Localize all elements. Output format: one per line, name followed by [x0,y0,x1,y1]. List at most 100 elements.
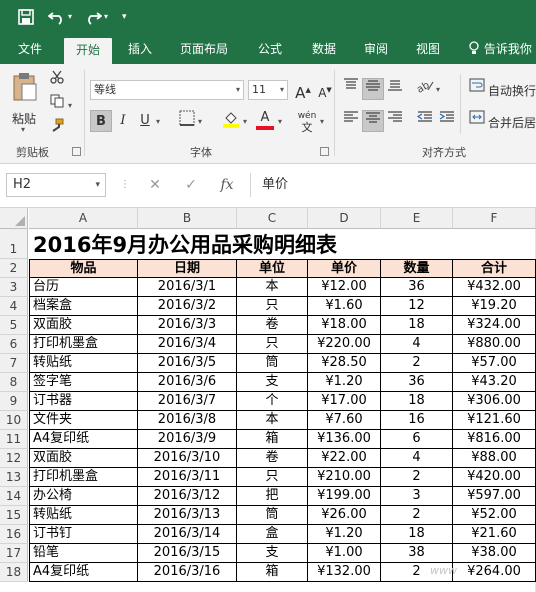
table-cell[interactable]: 档案盒 [29,297,138,316]
enter-icon[interactable]: ✓ [180,174,202,196]
table-cell[interactable]: 2016/3/8 [138,411,237,430]
row-header-9[interactable]: 9 [0,392,28,411]
table-cell[interactable]: 18 [381,316,453,335]
row-header-13[interactable]: 13 [0,468,28,487]
tab-formulas[interactable]: 公式 [258,34,282,64]
formula-input[interactable]: 单价 [262,173,288,197]
table-cell[interactable]: ¥12.00 [308,278,381,297]
phonetic-guide-button[interactable]: wén 文 [296,110,318,134]
table-cell[interactable]: 2016/3/7 [138,392,237,411]
align-left-icon[interactable] [340,110,362,132]
table-cell[interactable]: 2016/3/11 [138,468,237,487]
row-header-10[interactable]: 10 [0,411,28,430]
tell-me-box[interactable]: 告诉我你 [468,34,532,64]
table-cell[interactable]: ¥19.20 [453,297,536,316]
table-cell[interactable]: 订书器 [29,392,138,411]
table-cell[interactable]: 订书钉 [29,525,138,544]
tab-data[interactable]: 数据 [312,34,336,64]
paste-button[interactable]: 粘贴 ▾ [6,70,44,134]
table-cell[interactable]: ¥1.00 [308,544,381,563]
row-header-12[interactable]: 12 [0,449,28,468]
table-cell[interactable]: 打印机墨盒 [29,335,138,354]
table-cell[interactable]: ¥324.00 [453,316,536,335]
table-cell[interactable]: ¥52.00 [453,506,536,525]
font-color-dropdown-icon[interactable]: ▾ [278,117,282,126]
table-cell[interactable]: 办公椅 [29,487,138,506]
align-middle-icon[interactable] [362,78,384,100]
wrap-text-icon[interactable] [466,78,488,100]
table-cell[interactable]: ¥38.00 [453,544,536,563]
table-cell[interactable]: ¥264.00 [453,563,536,582]
row-header-17[interactable]: 17 [0,544,28,563]
header-cell-e[interactable]: 数量 [381,259,453,278]
table-cell[interactable]: ¥7.60 [308,411,381,430]
table-cell[interactable]: ¥1.20 [308,373,381,392]
borders-dropdown-icon[interactable]: ▾ [198,117,202,126]
table-cell[interactable]: 16 [381,411,453,430]
merge-center-icon[interactable] [466,110,488,132]
table-cell[interactable]: 台历 [29,278,138,297]
column-header-c[interactable]: C [237,208,308,229]
table-cell[interactable]: 支 [237,544,308,563]
table-cell[interactable]: 38 [381,544,453,563]
column-header-b[interactable]: B [138,208,237,229]
undo-dropdown-icon[interactable]: ▾ [68,6,72,28]
table-cell[interactable]: 个 [237,392,308,411]
shrink-font-icon[interactable]: A▼ [314,79,336,101]
table-cell[interactable]: ¥22.00 [308,449,381,468]
column-header-e[interactable]: E [381,208,453,229]
row-header-11[interactable]: 11 [0,430,28,449]
underline-button[interactable]: U [134,110,156,132]
table-cell[interactable]: 2016/3/4 [138,335,237,354]
underline-dropdown-icon[interactable]: ▾ [156,117,160,126]
table-cell[interactable]: 筒 [237,354,308,373]
table-cell[interactable]: 铅笔 [29,544,138,563]
table-cell[interactable]: 支 [237,373,308,392]
table-cell[interactable]: 把 [237,487,308,506]
header-cell-c[interactable]: 单位 [237,259,308,278]
table-cell[interactable]: 2016/3/14 [138,525,237,544]
table-cell[interactable]: A4复印纸 [29,563,138,582]
sheet-title-cell[interactable]: 2016年9月办公用品采购明细表 [29,229,337,259]
table-cell[interactable]: 箱 [237,430,308,449]
table-cell[interactable]: ¥88.00 [453,449,536,468]
table-cell[interactable]: 签字笔 [29,373,138,392]
column-header-a[interactable]: A [29,208,138,229]
table-cell[interactable]: ¥210.00 [308,468,381,487]
table-cell[interactable]: 文件夹 [29,411,138,430]
cancel-icon[interactable]: ✕ [144,174,166,196]
table-cell[interactable]: 打印机墨盒 [29,468,138,487]
phonetic-dropdown-icon[interactable]: ▾ [320,117,324,126]
clipboard-launcher-icon[interactable] [72,147,81,156]
table-cell[interactable]: ¥1.60 [308,297,381,316]
table-cell[interactable]: 3 [381,487,453,506]
tab-review[interactable]: 审阅 [364,34,388,64]
table-cell[interactable]: 2016/3/1 [138,278,237,297]
grow-font-icon[interactable]: A▲ [292,79,314,102]
table-cell[interactable]: 2016/3/6 [138,373,237,392]
table-cell[interactable]: 只 [237,335,308,354]
font-name-combo[interactable]: 等线 ▾ [90,80,244,100]
bold-button[interactable]: B [90,110,112,132]
orientation-icon[interactable]: ab [414,78,436,100]
table-cell[interactable]: 卷 [237,449,308,468]
table-cell[interactable]: 4 [381,449,453,468]
table-cell[interactable]: 箱 [237,563,308,582]
table-cell[interactable]: ¥1.20 [308,525,381,544]
table-cell[interactable]: ¥880.00 [453,335,536,354]
align-center-icon[interactable] [362,110,384,132]
fill-color-icon[interactable] [220,110,242,132]
table-cell[interactable]: ¥26.00 [308,506,381,525]
tab-insert[interactable]: 插入 [128,34,152,64]
table-cell[interactable]: 2016/3/15 [138,544,237,563]
table-cell[interactable]: 2016/3/12 [138,487,237,506]
row-header-2[interactable]: 2 [0,259,28,278]
table-cell[interactable]: 2016/3/16 [138,563,237,582]
table-cell[interactable]: ¥136.00 [308,430,381,449]
table-cell[interactable]: 2 [381,354,453,373]
row-header-5[interactable]: 5 [0,316,28,335]
tab-page-layout[interactable]: 页面布局 [180,34,228,64]
table-cell[interactable]: 只 [237,468,308,487]
table-cell[interactable]: 转贴纸 [29,354,138,373]
select-all-button[interactable] [0,208,28,229]
